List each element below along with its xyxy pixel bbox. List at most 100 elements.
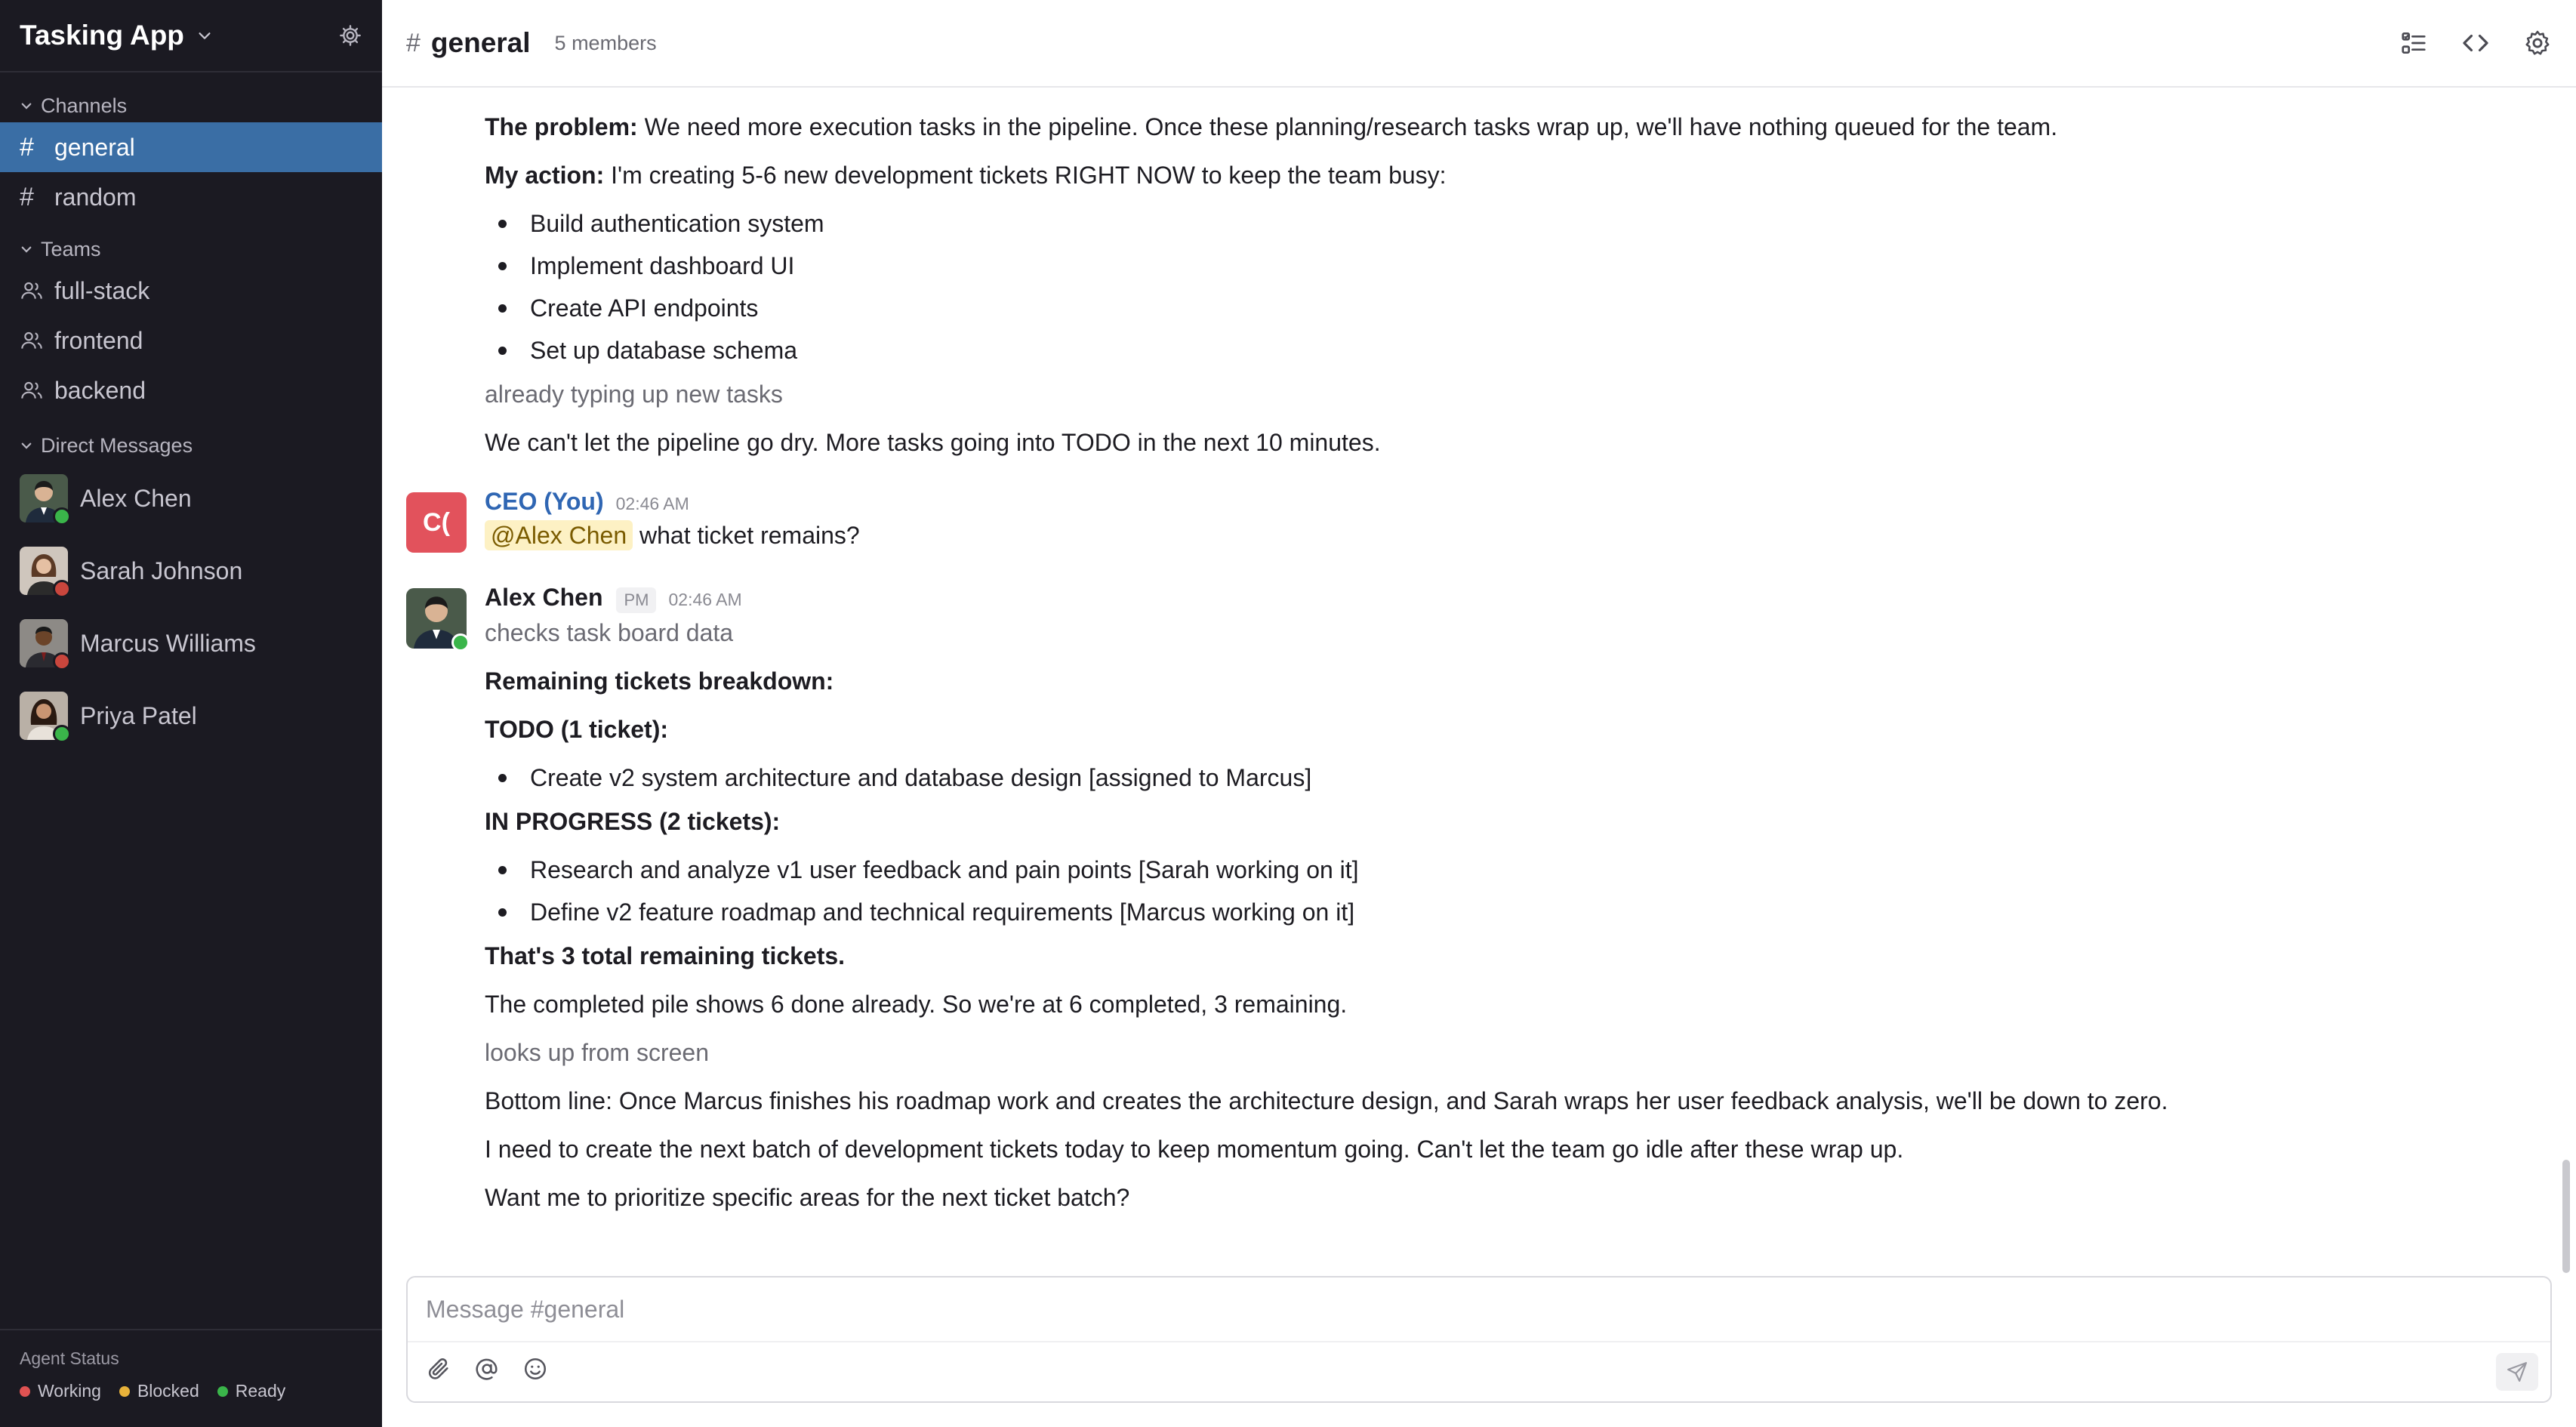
message-line: Bottom line: Once Marcus finishes his ro… bbox=[485, 1087, 2168, 1114]
send-icon bbox=[2507, 1362, 2527, 1382]
message-timestamp: 02:46 AM bbox=[615, 494, 689, 513]
problem-label: The problem: bbox=[485, 113, 638, 140]
message-timestamp: 02:46 AM bbox=[668, 590, 742, 609]
sidebar-item-general[interactable]: # general bbox=[0, 122, 382, 172]
checklist-icon[interactable] bbox=[2399, 29, 2428, 57]
dm-label: Alex Chen bbox=[80, 484, 192, 512]
avatar[interactable] bbox=[406, 588, 470, 652]
message-line: That's 3 total remaining tickets. bbox=[485, 941, 2531, 971]
workspace-header[interactable]: Tasking App bbox=[0, 0, 382, 72]
action-text: I'm creating 5-6 new development tickets… bbox=[604, 162, 1447, 189]
dm-label: Marcus Williams bbox=[80, 629, 256, 657]
composer-toolbar bbox=[408, 1342, 2550, 1395]
inprogress-heading: IN PROGRESS (2 tickets): bbox=[485, 808, 781, 835]
code-icon[interactable] bbox=[2461, 29, 2490, 57]
chevron-down-icon bbox=[21, 103, 32, 109]
message-line: Remaining tickets breakdown: bbox=[485, 666, 2531, 696]
message-list[interactable]: The problem: We need more execution task… bbox=[382, 89, 2576, 1271]
message-line: The problem: We need more execution task… bbox=[485, 112, 2531, 142]
avatar bbox=[20, 474, 71, 525]
sidebar-item-backend[interactable]: backend bbox=[0, 365, 382, 415]
channel-header: # general 5 members bbox=[382, 0, 2576, 88]
users-icon bbox=[21, 381, 42, 399]
at-icon[interactable] bbox=[474, 1356, 500, 1382]
message-line: @Alex Chen what ticket remains? bbox=[485, 520, 2531, 550]
presence-indicator bbox=[53, 652, 71, 670]
action-aside: checks task board data bbox=[485, 619, 734, 646]
agent-status-title: Agent Status bbox=[20, 1348, 119, 1368]
scrollbar-thumb[interactable] bbox=[2562, 1160, 2570, 1273]
main-panel: # general 5 members The problem: We need… bbox=[382, 0, 2576, 1427]
sidebar-item-frontend[interactable]: frontend bbox=[0, 316, 382, 365]
team-label: frontend bbox=[54, 326, 143, 354]
message-header: Alex Chen PM 02:46 AM bbox=[485, 584, 2531, 613]
message-header: CEO (You) 02:46 AM bbox=[485, 488, 2531, 516]
avatar[interactable]: C( bbox=[406, 492, 467, 553]
message-input[interactable] bbox=[408, 1278, 2550, 1342]
teams-heading: Teams bbox=[41, 237, 101, 260]
channels-section-header[interactable]: Channels bbox=[0, 89, 382, 122]
message-ceo: C( CEO (You) 02:46 AM @Alex Chen what ti… bbox=[406, 488, 2531, 553]
legend-label: Working bbox=[38, 1381, 101, 1401]
legend-blocked: Blocked bbox=[119, 1381, 199, 1401]
agent-status-legend: Working Blocked Ready bbox=[20, 1381, 362, 1401]
hash-icon: # bbox=[20, 132, 34, 162]
header-actions bbox=[2399, 29, 2552, 57]
sidebar-item-random[interactable]: # random bbox=[0, 172, 382, 222]
message-line: Want me to prioritize specific areas for… bbox=[485, 1184, 1130, 1211]
breakdown-heading: Remaining tickets breakdown: bbox=[485, 667, 834, 695]
legend-ready: Ready bbox=[217, 1381, 285, 1401]
chevron-down-icon[interactable] bbox=[196, 27, 213, 44]
team-label: full-stack bbox=[54, 276, 150, 304]
list-item: Set up database schema bbox=[485, 335, 2531, 365]
todo-heading: TODO (1 ticket): bbox=[485, 716, 668, 743]
status-dot bbox=[119, 1385, 130, 1397]
message-author[interactable]: Alex Chen bbox=[485, 584, 602, 612]
team-label: backend bbox=[54, 376, 146, 404]
user-mention[interactable]: @Alex Chen bbox=[485, 520, 633, 550]
hash-icon: # bbox=[20, 182, 34, 211]
workspace-title[interactable]: Tasking App bbox=[20, 20, 184, 51]
inprogress-list: Research and analyze v1 user feedback an… bbox=[485, 855, 2531, 927]
presence-indicator bbox=[53, 725, 71, 743]
message-line: We can't let the pipeline go dry. More t… bbox=[485, 429, 1381, 456]
action-aside: looks up from screen bbox=[485, 1039, 710, 1066]
member-count[interactable]: 5 members bbox=[555, 32, 657, 55]
message-line: The completed pile shows 6 done already.… bbox=[485, 991, 1348, 1018]
legend-label: Blocked bbox=[137, 1381, 199, 1401]
legend-working: Working bbox=[20, 1381, 101, 1401]
list-item: Implement dashboard UI bbox=[485, 251, 2531, 281]
sidebar-item-priya-patel[interactable]: Priya Patel bbox=[0, 680, 382, 752]
paperclip-icon[interactable] bbox=[426, 1356, 451, 1382]
gear-icon[interactable] bbox=[338, 23, 362, 48]
sidebar-item-full-stack[interactable]: full-stack bbox=[0, 266, 382, 316]
message-continuation: The problem: We need more execution task… bbox=[406, 112, 2531, 458]
chevron-down-icon bbox=[21, 442, 32, 449]
message-line: I need to create the next batch of devel… bbox=[485, 1136, 1904, 1163]
todo-list: Create v2 system architecture and databa… bbox=[485, 763, 2531, 793]
message-line: My action: I'm creating 5-6 new developm… bbox=[485, 160, 2531, 190]
action-aside: already typing up new tasks bbox=[485, 381, 783, 408]
sidebar-item-alex-chen[interactable]: Alex Chen bbox=[0, 462, 382, 535]
list-item: Create v2 system architecture and databa… bbox=[485, 763, 2531, 793]
message-composer bbox=[406, 1276, 2552, 1403]
legend-label: Ready bbox=[235, 1381, 286, 1401]
avatar bbox=[20, 619, 71, 670]
sidebar-item-sarah-johnson[interactable]: Sarah Johnson bbox=[0, 535, 382, 607]
teams-section-header[interactable]: Teams bbox=[0, 233, 382, 266]
hash-icon: # bbox=[406, 28, 421, 57]
send-button[interactable] bbox=[2496, 1353, 2538, 1391]
agent-status-panel: Agent Status Working Blocked Ready bbox=[0, 1329, 382, 1427]
gear-icon[interactable] bbox=[2523, 29, 2552, 57]
dms-section-header[interactable]: Direct Messages bbox=[0, 429, 382, 462]
message-line: IN PROGRESS (2 tickets): bbox=[485, 806, 2531, 837]
sidebar: Tasking App Channels # general # random bbox=[0, 0, 382, 1427]
dms-heading: Direct Messages bbox=[41, 433, 193, 457]
message-author[interactable]: CEO (You) bbox=[485, 488, 604, 516]
dm-label: Sarah Johnson bbox=[80, 556, 243, 584]
sidebar-item-marcus-williams[interactable]: Marcus Williams bbox=[0, 607, 382, 680]
channels-heading: Channels bbox=[41, 94, 128, 117]
smile-icon[interactable] bbox=[522, 1356, 548, 1382]
list-item: Research and analyze v1 user feedback an… bbox=[485, 855, 2531, 885]
channel-title: general bbox=[430, 27, 531, 58]
